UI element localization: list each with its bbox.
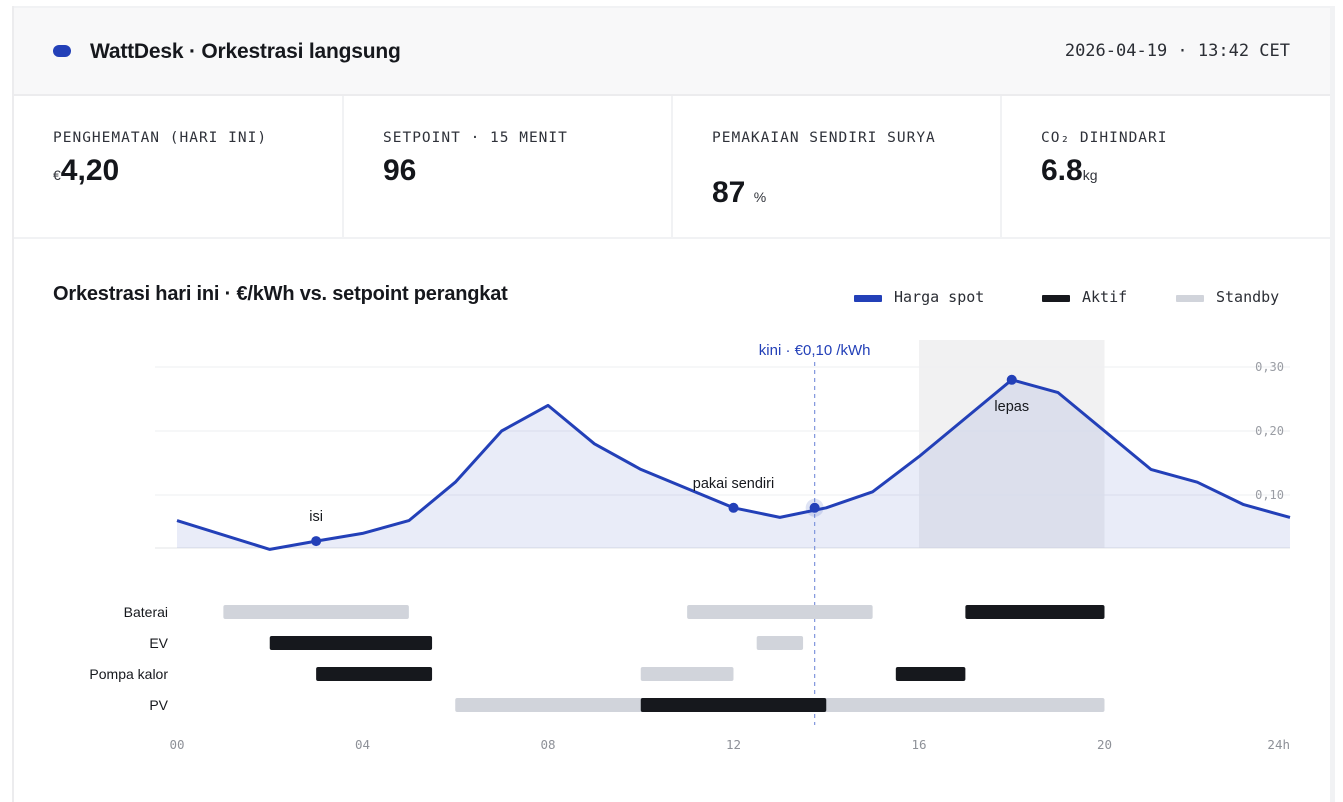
- annotation-label: isi: [309, 509, 323, 525]
- annotation-point: [311, 536, 322, 547]
- device-segment: [756, 636, 804, 650]
- device-segment: [640, 667, 734, 681]
- device-segment: [895, 667, 966, 681]
- device-segment: [965, 605, 1105, 619]
- orchestration-chart: 0,10 0,20 0,30 kini · €0,10 /kWh isi pakai se…: [89, 340, 1291, 752]
- x-tick-label: 16: [911, 737, 926, 752]
- x-tick-label: 00: [169, 737, 184, 752]
- x-tick-label: 12: [726, 737, 741, 752]
- device-label: EV: [149, 635, 168, 651]
- device-segment: [316, 667, 433, 681]
- device-label: Pompa kalor: [89, 666, 168, 682]
- y-tick-label: 0,30: [1255, 360, 1284, 374]
- annotation-label: pakai sendiri: [693, 476, 774, 492]
- now-label: kini · €0,10 /kWh: [759, 342, 871, 359]
- annotation-label: lepas: [994, 399, 1029, 415]
- y-tick-label: 0,10: [1255, 488, 1284, 502]
- x-tick-label: 08: [540, 737, 555, 752]
- device-segment: [269, 636, 433, 650]
- x-tick-label: 24h: [1267, 737, 1290, 752]
- device-label: PV: [149, 697, 168, 713]
- device-label: Baterai: [124, 604, 168, 620]
- annotation-point: [1006, 374, 1017, 385]
- device-segment: [640, 698, 827, 712]
- device-segment: [223, 605, 409, 619]
- price-area: [177, 379, 1290, 550]
- y-tick-label: 0,20: [1255, 424, 1284, 438]
- annotation-point: [728, 502, 739, 513]
- x-tick-label: 20: [1097, 737, 1112, 752]
- now-point: [809, 502, 820, 513]
- device-segment: [687, 605, 873, 619]
- x-tick-label: 04: [355, 737, 370, 752]
